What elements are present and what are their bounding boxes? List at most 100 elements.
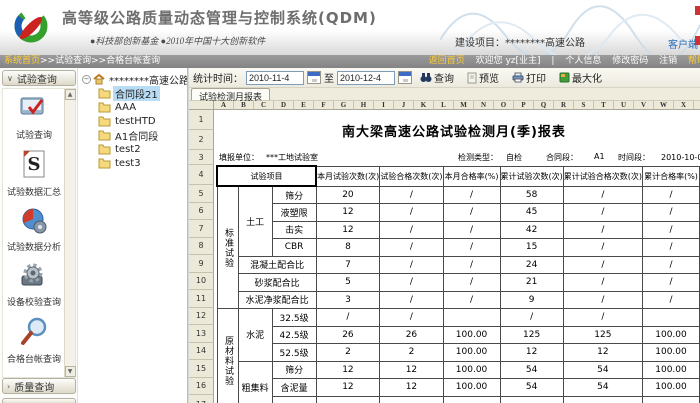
grid-cell[interactable]: 45: [500, 204, 563, 222]
grid-cell[interactable]: [563, 396, 642, 403]
grid-cell[interactable]: /: [643, 256, 700, 274]
grid-cell[interactable]: /: [380, 204, 443, 222]
scroll-down-icon[interactable]: ▼: [65, 366, 76, 377]
column-letter[interactable]: F: [314, 101, 334, 110]
grid-cell[interactable]: /: [563, 239, 642, 257]
tree-node-test3[interactable]: test3: [98, 156, 187, 170]
grid-cell[interactable]: 32.5级: [272, 309, 316, 327]
column-letter[interactable]: T: [594, 101, 614, 110]
column-letter[interactable]: A: [214, 101, 234, 110]
grid-cell[interactable]: /: [443, 186, 500, 204]
row-number[interactable]: 9: [189, 255, 214, 273]
col-header[interactable]: 试验合格次数(次): [380, 166, 443, 186]
grid-cell[interactable]: 击实: [272, 221, 316, 239]
grid-cell[interactable]: /: [443, 239, 500, 257]
grid-cell[interactable]: 54: [500, 379, 563, 397]
column-letter[interactable]: E: [294, 101, 314, 110]
grid-cell[interactable]: 54: [563, 361, 642, 379]
grid-cell[interactable]: /: [643, 204, 700, 222]
grid-cell[interactable]: /: [563, 204, 642, 222]
help-link[interactable]: 帮助: [688, 56, 700, 66]
grid-cell[interactable]: 12: [316, 204, 380, 222]
grid-cell[interactable]: /: [380, 256, 443, 274]
date-to-input[interactable]: [337, 71, 395, 85]
grid-cell[interactable]: /: [643, 239, 700, 257]
grid-cell[interactable]: 100.00: [443, 361, 500, 379]
grid-cell[interactable]: 12: [500, 344, 563, 362]
grid-cell[interactable]: 水泥净浆配合比: [238, 291, 316, 309]
tree-node-test2[interactable]: test2: [98, 142, 187, 156]
column-letter[interactable]: V: [634, 101, 654, 110]
grid-cell[interactable]: /: [563, 291, 642, 309]
personal-info-link[interactable]: 个人信息: [565, 56, 601, 66]
sidebar-item-test-query[interactable]: 试验查询: [16, 95, 52, 141]
grid-cell[interactable]: 20: [316, 186, 380, 204]
maximize-button[interactable]: 最大化: [554, 70, 607, 85]
return-home-link[interactable]: 返回首页: [429, 56, 465, 66]
grid-cell[interactable]: 21: [500, 274, 563, 292]
grid-cell[interactable]: /: [380, 309, 443, 327]
grid-cell[interactable]: 58: [500, 186, 563, 204]
grid-cell[interactable]: 8: [316, 239, 380, 257]
grid-cell[interactable]: 12: [316, 361, 380, 379]
grid-cell[interactable]: /: [563, 256, 642, 274]
grid-cell[interactable]: 液塑限: [272, 204, 316, 222]
row-number[interactable]: 3: [189, 150, 214, 165]
grid-cell[interactable]: 42.5级: [272, 326, 316, 344]
grid-cell[interactable]: 含泥量: [272, 379, 316, 397]
grid-cell[interactable]: /: [443, 204, 500, 222]
tree-node-testhtd[interactable]: testHTD: [98, 114, 187, 128]
column-letter[interactable]: U: [614, 101, 634, 110]
grid-cell[interactable]: 筛分: [272, 361, 316, 379]
group-cell[interactable]: 标准试验: [217, 186, 238, 309]
col-header[interactable]: 累计试验次数(次): [500, 166, 563, 186]
column-letter[interactable]: R: [554, 101, 574, 110]
sidebar-item-equipment-check[interactable]: 设备校验查询: [7, 262, 61, 308]
subgroup-cell[interactable]: 土工: [238, 186, 272, 256]
grid-cell[interactable]: 12: [380, 361, 443, 379]
column-letter[interactable]: I: [374, 101, 394, 110]
grid-cell[interactable]: 125: [563, 326, 642, 344]
print-button[interactable]: 打印: [507, 70, 551, 85]
grid-cell[interactable]: 100.00: [443, 326, 500, 344]
row-number[interactable]: 10: [189, 273, 214, 291]
grid-cell[interactable]: 125: [500, 326, 563, 344]
column-letter[interactable]: P: [514, 101, 534, 110]
grid-cell[interactable]: 12: [316, 379, 380, 397]
row-number[interactable]: 15: [189, 360, 214, 378]
grid-cell[interactable]: 100.00: [643, 379, 700, 397]
row-number[interactable]: 5: [189, 185, 214, 203]
sidebar-panel-test-query[interactable]: ∨ 试验查询: [2, 70, 76, 86]
grid-cell[interactable]: 12: [380, 379, 443, 397]
grid-cell[interactable]: [443, 396, 500, 403]
sheet-corner[interactable]: [189, 101, 214, 110]
group-cell[interactable]: 原材料试验: [217, 309, 238, 403]
grid-cell[interactable]: 54: [563, 379, 642, 397]
tree-node-aaa[interactable]: AAA: [98, 100, 187, 114]
grid-cell[interactable]: /: [380, 274, 443, 292]
grid-cell[interactable]: 42: [500, 221, 563, 239]
column-letter[interactable]: K: [414, 101, 434, 110]
row-number[interactable]: 7: [189, 220, 214, 238]
grid-cell[interactable]: CBR: [272, 239, 316, 257]
column-letter[interactable]: B: [234, 101, 254, 110]
tab-monthly-report[interactable]: 试验检测月报表: [191, 88, 270, 100]
grid-cell[interactable]: 52.5级: [272, 344, 316, 362]
grid-cell[interactable]: 砂浆配合比: [238, 274, 316, 292]
grid-cell[interactable]: 12: [563, 344, 642, 362]
row-number[interactable]: 12: [189, 308, 214, 326]
grid-cell[interactable]: 9: [500, 291, 563, 309]
grid-cell[interactable]: 筛分: [272, 186, 316, 204]
sidebar-panel-quality-query[interactable]: › 质量查询: [2, 378, 76, 394]
column-letter[interactable]: J: [394, 101, 414, 110]
grid-cell[interactable]: 混凝土配合比: [238, 256, 316, 274]
grid-cell[interactable]: /: [380, 239, 443, 257]
column-letter[interactable]: G: [334, 101, 354, 110]
column-letter[interactable]: D: [274, 101, 294, 110]
scroll-up-icon[interactable]: ▲: [65, 89, 76, 100]
row-number[interactable]: 13: [189, 325, 214, 343]
column-letter[interactable]: W: [654, 101, 674, 110]
grid-cell[interactable]: 2: [316, 344, 380, 362]
grid-cell[interactable]: [500, 396, 563, 403]
grid-cell[interactable]: /: [380, 221, 443, 239]
